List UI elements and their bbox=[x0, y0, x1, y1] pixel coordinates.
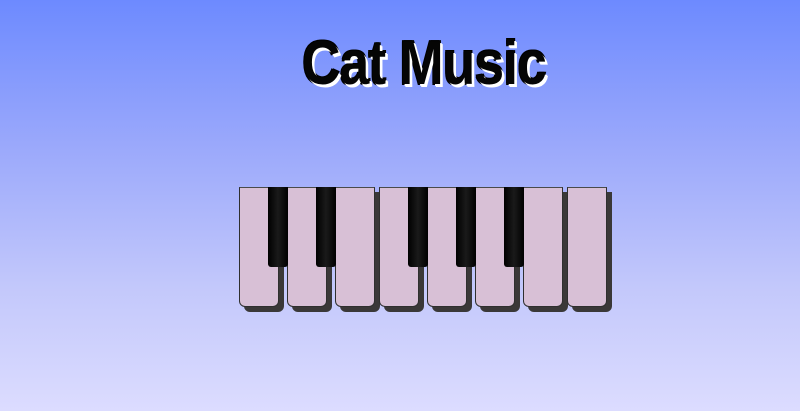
black-key-1[interactable] bbox=[268, 187, 288, 267]
black-key-4[interactable] bbox=[456, 187, 476, 267]
black-key-5[interactable] bbox=[504, 187, 524, 267]
black-key-2[interactable] bbox=[316, 187, 336, 267]
white-key-7[interactable] bbox=[523, 187, 563, 307]
piano-keyboard bbox=[239, 187, 619, 317]
black-key-3[interactable] bbox=[408, 187, 428, 267]
white-key-3[interactable] bbox=[335, 187, 375, 307]
page-title: Cat Music bbox=[301, 29, 547, 98]
white-key-8[interactable] bbox=[567, 187, 607, 307]
